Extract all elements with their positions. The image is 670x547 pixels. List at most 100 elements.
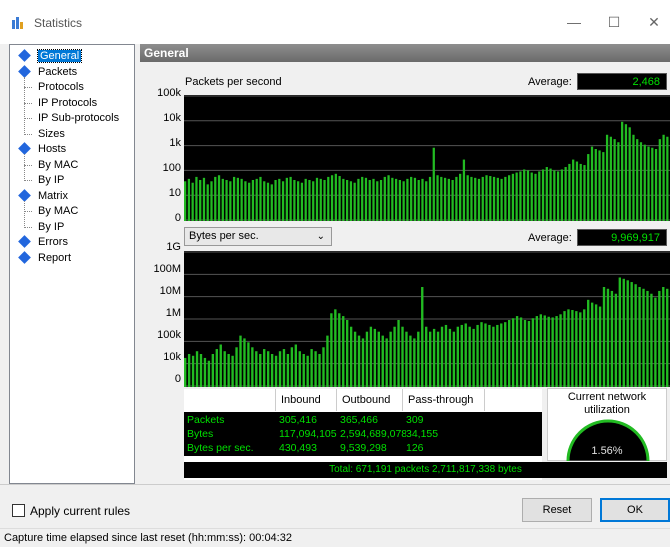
- chart-bar: [602, 152, 605, 221]
- chart-bar: [302, 354, 305, 387]
- chart-bar: [575, 161, 579, 221]
- chart-bar: [650, 293, 653, 387]
- tree-connector: [24, 180, 32, 181]
- chart-bar: [369, 326, 373, 387]
- tree-connector: [24, 211, 32, 212]
- chart-bar: [547, 316, 550, 387]
- ok-button[interactable]: OK: [600, 498, 670, 522]
- chart-bar: [480, 322, 483, 387]
- y-tick-label: 100: [162, 162, 181, 174]
- chart-bar: [338, 176, 341, 221]
- chart-bar: [225, 180, 228, 221]
- chart-bar: [319, 178, 322, 221]
- tree-item-ip-protocols[interactable]: IP Protocols: [24, 96, 97, 111]
- chart-bar: [263, 181, 266, 221]
- row-label-bytes-per-sec: Bytes per sec.: [187, 442, 254, 454]
- tree-connector: [24, 164, 32, 166]
- chart-bar: [617, 142, 620, 221]
- tree-item-label: Hosts: [38, 143, 67, 155]
- chart-bar: [417, 331, 420, 387]
- chart-bar: [346, 320, 349, 387]
- chart-bar: [618, 277, 621, 387]
- chart-bar: [184, 181, 187, 221]
- chart-bar: [357, 178, 360, 221]
- chart-bar: [413, 338, 416, 387]
- chart-bar: [421, 287, 424, 387]
- chart-bar: [385, 338, 388, 387]
- chart-bar: [304, 178, 307, 221]
- close-icon[interactable]: ✕: [640, 8, 668, 36]
- chart-bar: [330, 313, 333, 387]
- packets-per-second-chart: [184, 95, 670, 221]
- tree-item-packets[interactable]: Packets: [18, 64, 77, 80]
- tree-item-matrix[interactable]: Matrix: [18, 188, 68, 204]
- tree-item-protocols[interactable]: Protocols: [24, 80, 84, 95]
- chart-bar: [572, 159, 575, 221]
- chart-bar: [549, 168, 552, 221]
- y-tick-label: 1G: [166, 241, 181, 253]
- chart-bar: [383, 176, 386, 221]
- chart-bar: [191, 355, 195, 387]
- chart-bar: [451, 180, 454, 221]
- bytes-metric-dropdown[interactable]: Bytes per sec. ⌄: [184, 227, 332, 246]
- chart-bar: [662, 287, 665, 387]
- table-body: Packets 305,416 365,466 309 Bytes 117,09…: [184, 412, 542, 456]
- chart-bar: [459, 173, 462, 221]
- maximize-icon[interactable]: ☐: [600, 8, 628, 36]
- y-tick-label: 100k: [157, 329, 181, 341]
- chart-bar: [361, 338, 365, 387]
- chart-bar: [464, 323, 467, 387]
- tree-item-hosts[interactable]: Hosts: [18, 142, 67, 157]
- tree-item-report[interactable]: Report: [18, 250, 71, 266]
- chart-bar: [587, 299, 590, 387]
- reset-button[interactable]: Reset: [522, 498, 592, 522]
- tree-item-sizes[interactable]: Sizes: [24, 127, 65, 142]
- tree-item-by-mac[interactable]: By MAC: [24, 158, 78, 173]
- chart-bar: [310, 349, 313, 387]
- chart-bar: [534, 173, 537, 221]
- chart-bar: [322, 347, 325, 387]
- network-utilization-box: Current network utilization 1.56%: [547, 388, 667, 461]
- tree-item-ip-sub-protocols[interactable]: IP Sub-protocols: [24, 111, 119, 126]
- tree-item-general[interactable]: General: [18, 49, 83, 64]
- packets-inbound: 305,416: [279, 414, 317, 426]
- chart-bar: [223, 351, 226, 387]
- chart-bar: [239, 335, 242, 387]
- chart-bar: [496, 324, 499, 387]
- tree-item-errors[interactable]: Errors: [18, 235, 68, 250]
- chart-bar: [658, 139, 661, 221]
- chart-bar: [470, 176, 473, 221]
- chart-bar: [372, 178, 375, 221]
- status-bar: Capture time elapsed since last reset (h…: [0, 528, 670, 546]
- chart-bar: [560, 169, 563, 221]
- tree-item-by-ip[interactable]: By IP: [24, 173, 64, 188]
- chart-bar: [436, 175, 439, 221]
- chart-bar: [308, 180, 311, 221]
- packets-average-value: 2,468: [577, 73, 667, 90]
- apply-rules-checkbox[interactable]: [12, 504, 25, 517]
- tree-item-label: Errors: [38, 236, 68, 248]
- chart-bar: [215, 349, 218, 387]
- bytes-per-second-chart: [184, 251, 670, 387]
- chart-bar: [270, 184, 273, 221]
- chart-bar: [519, 317, 523, 387]
- category-tree[interactable]: General Packets Protocols IP Protocols IP Su…: [9, 44, 135, 484]
- tree-item-by-ip[interactable]: By IP: [24, 220, 64, 235]
- bytes-pass-through: 34,155: [406, 428, 439, 440]
- chart-bar: [590, 146, 594, 221]
- chart-bar: [248, 182, 251, 221]
- minimize-icon[interactable]: —: [560, 8, 588, 36]
- y-tick-label: 100k: [157, 87, 181, 99]
- bytes-per-sec-inbound: 430,493: [279, 442, 317, 454]
- tree-item-by-mac[interactable]: By MAC: [24, 204, 78, 219]
- apply-rules-label[interactable]: Apply current rules: [30, 504, 130, 518]
- chart-bar: [472, 328, 475, 387]
- chart-bar: [511, 318, 515, 387]
- chart-bar: [571, 310, 574, 387]
- title-bar: Statistics — ☐ ✕: [0, 0, 670, 44]
- chart-bar: [425, 326, 428, 387]
- tree-node-icon: [18, 49, 31, 62]
- chart-bar: [523, 320, 527, 387]
- tree-branch-line: [24, 200, 25, 228]
- chart-bar: [447, 178, 450, 221]
